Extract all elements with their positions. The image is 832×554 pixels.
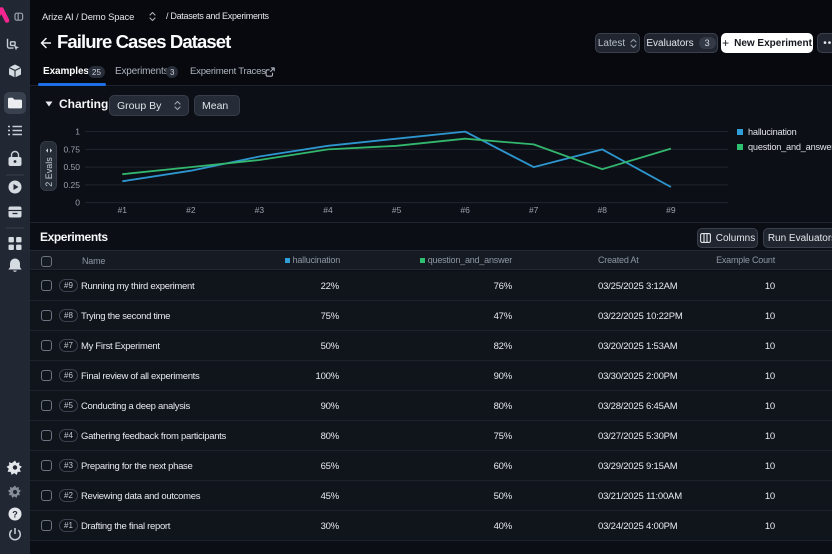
svg-text:?: ? [12, 509, 18, 519]
svg-text:#5: #5 [392, 205, 402, 215]
svg-text:#2: #2 [186, 205, 196, 215]
svg-text:0.25: 0.25 [63, 180, 80, 190]
svg-text:0: 0 [75, 198, 80, 208]
svg-text:#7: #7 [529, 205, 539, 215]
svg-text:#9: #9 [666, 205, 676, 215]
svg-text:#6: #6 [460, 205, 470, 215]
svg-text:0.75: 0.75 [63, 144, 80, 154]
svg-text:0.50: 0.50 [63, 162, 80, 172]
svg-text:#8: #8 [598, 205, 608, 215]
svg-text:#4: #4 [323, 205, 333, 215]
svg-text:1: 1 [75, 127, 80, 137]
svg-text:#3: #3 [255, 205, 265, 215]
svg-text:#1: #1 [118, 205, 128, 215]
